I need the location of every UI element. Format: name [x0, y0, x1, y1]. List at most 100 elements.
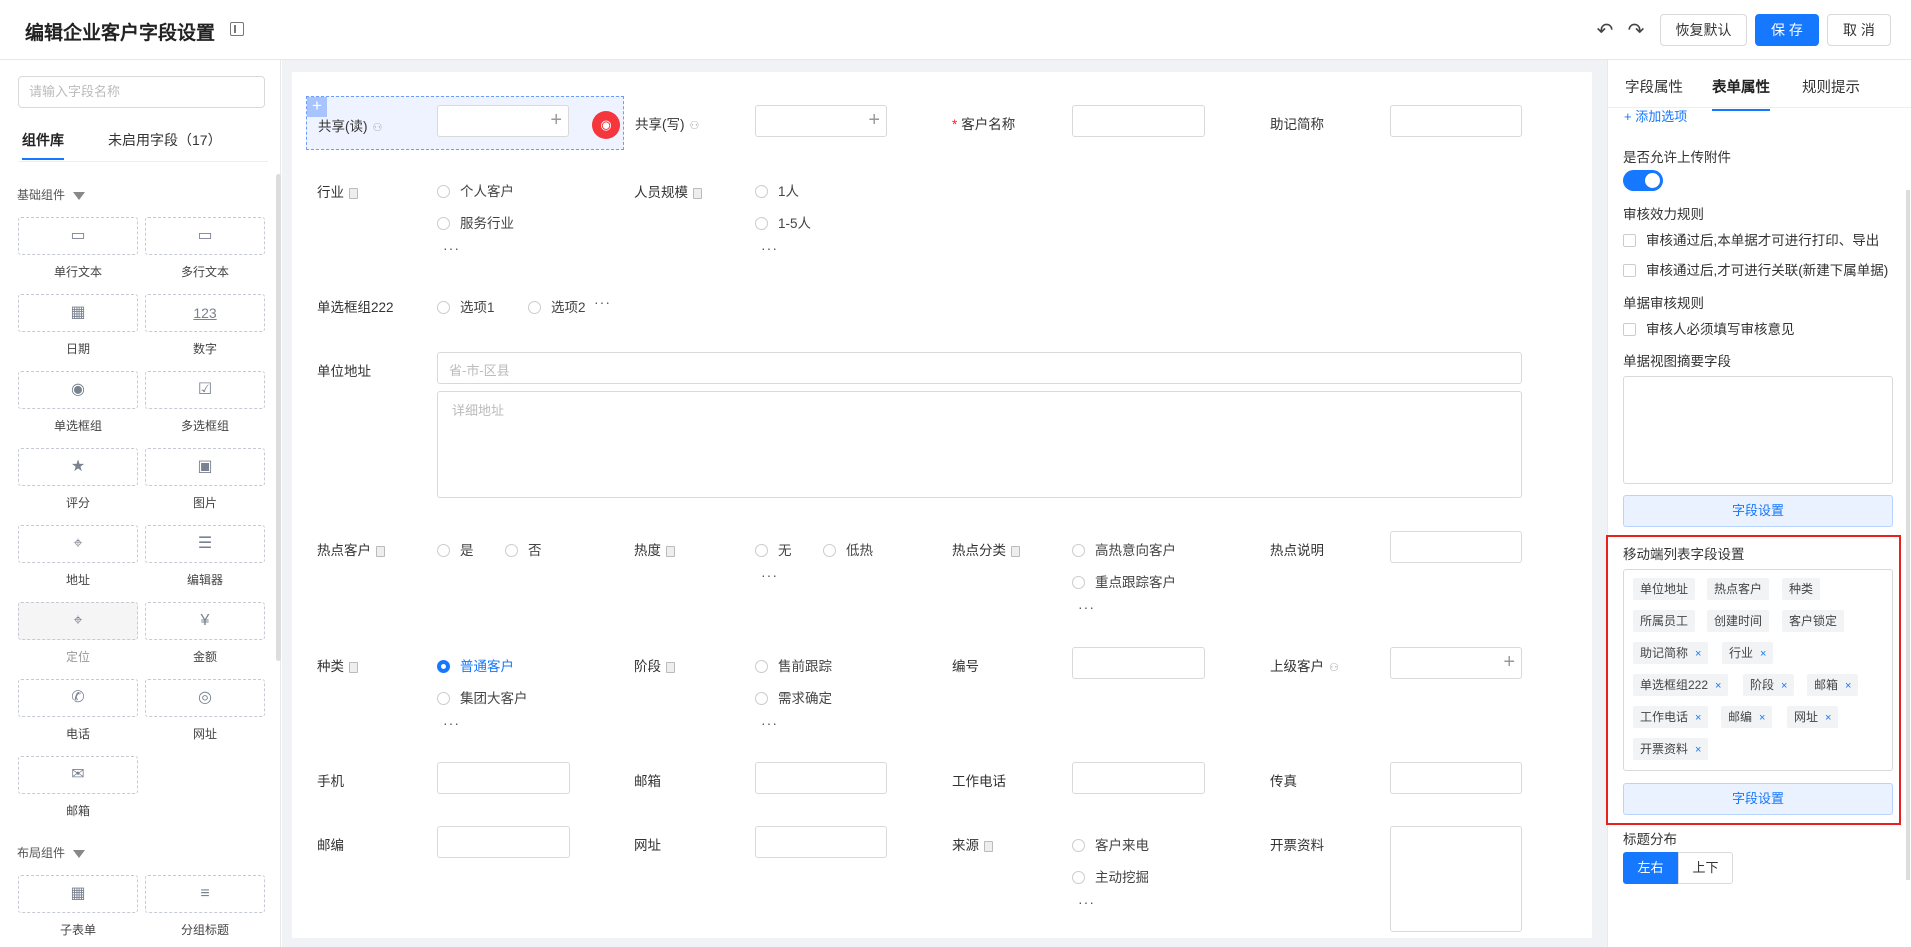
address-detail-textarea[interactable]: 详细地址: [437, 391, 1522, 498]
component-number[interactable]: 123: [145, 294, 265, 332]
zip-input[interactable]: [437, 826, 570, 858]
component-url[interactable]: ◎: [145, 679, 265, 717]
share-read-input[interactable]: +: [437, 105, 569, 137]
remove-tag-icon[interactable]: ×: [1715, 680, 1721, 692]
radio-option[interactable]: 选项2: [528, 296, 586, 316]
save-button[interactable]: 保 存: [1755, 14, 1819, 46]
invoice-textarea[interactable]: [1390, 826, 1522, 932]
radio-option[interactable]: 客户来电: [1072, 834, 1149, 854]
remove-tag-icon[interactable]: ×: [1695, 744, 1701, 756]
component-location[interactable]: ⌖: [18, 602, 138, 640]
tab-component-library[interactable]: 组件库: [22, 130, 64, 160]
more-ellipsis[interactable]: ···: [761, 240, 778, 256]
radio-option[interactable]: 集团大客户: [437, 687, 528, 707]
radio-option[interactable]: 无: [755, 539, 792, 559]
plus-icon[interactable]: +: [550, 109, 562, 131]
tab-form-props[interactable]: 表单属性: [1712, 76, 1770, 111]
radio-option[interactable]: 售前跟踪: [755, 655, 832, 675]
add-option-link[interactable]: + 添加选项: [1624, 106, 1687, 125]
audit-option-2[interactable]: 审核通过后,才可进行关联(新建下属单据): [1623, 259, 1888, 279]
radio-option[interactable]: 重点跟踪客户: [1072, 571, 1176, 591]
radio-option[interactable]: 个人客户: [437, 180, 514, 200]
plus-icon[interactable]: +: [1503, 651, 1515, 673]
sidebar-scrollbar[interactable]: [276, 174, 281, 661]
location-icon: ⌖: [73, 612, 83, 629]
radio-option[interactable]: 1人: [755, 180, 799, 200]
section-basic[interactable]: 基础组件: [17, 186, 86, 203]
layout-icon[interactable]: [230, 22, 244, 36]
radio-option-checked[interactable]: 普通客户: [437, 655, 514, 675]
redo-icon[interactable]: ↷: [1625, 18, 1647, 43]
customer-name-input[interactable]: [1072, 105, 1205, 137]
remove-tag-icon[interactable]: ×: [1695, 712, 1701, 724]
region-input[interactable]: 省-市-区县: [437, 352, 1522, 384]
restore-default-button[interactable]: 恢复默认: [1660, 14, 1747, 46]
radio-option[interactable]: 服务行业: [437, 212, 514, 232]
more-ellipsis[interactable]: ···: [443, 715, 460, 731]
audit-option-1[interactable]: 审核通过后,本单据才可进行打印、导出: [1623, 229, 1879, 249]
more-ellipsis[interactable]: ···: [594, 294, 611, 310]
layout-top-bottom-button[interactable]: 上下: [1678, 852, 1733, 884]
mobile-input[interactable]: [437, 762, 570, 794]
remove-tag-icon[interactable]: ×: [1759, 712, 1765, 724]
layout-left-right-button[interactable]: 左右: [1623, 852, 1678, 884]
tab-unused-fields[interactable]: 未启用字段（17）: [108, 130, 222, 158]
radio-option[interactable]: 选项1: [437, 296, 495, 316]
undo-icon[interactable]: ↶: [1594, 18, 1616, 43]
radio-option[interactable]: 1-5人: [755, 212, 811, 232]
properties-scrollbar[interactable]: [1906, 190, 1910, 880]
tab-field-props[interactable]: 字段属性: [1625, 76, 1683, 97]
component-email[interactable]: ✉: [18, 756, 138, 794]
remove-tag-icon[interactable]: ×: [1781, 680, 1787, 692]
component-image[interactable]: ▣: [145, 448, 265, 486]
mobile-field-settings-button[interactable]: 字段设置: [1623, 783, 1893, 815]
remove-tag-icon[interactable]: ×: [1825, 712, 1831, 724]
component-radio[interactable]: ◉: [18, 371, 138, 409]
more-ellipsis[interactable]: ···: [1078, 894, 1095, 910]
drag-handle-icon[interactable]: +: [307, 97, 327, 117]
summary-fields-box[interactable]: [1623, 376, 1893, 484]
share-write-input[interactable]: +: [755, 105, 887, 137]
more-ellipsis[interactable]: ···: [761, 715, 778, 731]
component-multi-text[interactable]: ▭: [145, 217, 265, 255]
fax-input[interactable]: [1390, 762, 1522, 794]
radio-option[interactable]: 是: [437, 539, 474, 559]
radio-option[interactable]: 需求确定: [755, 687, 832, 707]
radio-option[interactable]: 否: [505, 539, 542, 559]
parent-customer-input[interactable]: +: [1390, 647, 1522, 679]
plus-icon[interactable]: +: [868, 109, 880, 131]
component-rating[interactable]: ★: [18, 448, 138, 486]
url-input[interactable]: [755, 826, 887, 858]
component-editor[interactable]: ☰: [145, 525, 265, 563]
radio-option[interactable]: 高热意向客户: [1072, 539, 1176, 559]
more-ellipsis[interactable]: ···: [1078, 599, 1095, 615]
more-ellipsis[interactable]: ···: [443, 240, 460, 256]
remove-tag-icon[interactable]: ×: [1845, 680, 1851, 692]
allow-attach-toggle[interactable]: [1623, 170, 1663, 191]
component-subtable[interactable]: ▦: [18, 875, 138, 913]
section-layout[interactable]: 布局组件: [17, 844, 86, 861]
component-phone[interactable]: ✆: [18, 679, 138, 717]
code-input[interactable]: [1072, 647, 1205, 679]
doc-audit-option[interactable]: 审核人必须填写审核意见: [1623, 318, 1795, 338]
component-address[interactable]: ⌖: [18, 525, 138, 563]
component-amount[interactable]: ¥: [145, 602, 265, 640]
eye-icon[interactable]: ◉: [592, 111, 620, 139]
component-checkbox[interactable]: ☑: [145, 371, 265, 409]
component-single-text[interactable]: ▭: [18, 217, 138, 255]
remove-tag-icon[interactable]: ×: [1760, 648, 1766, 660]
radio-option[interactable]: 主动挖掘: [1072, 866, 1149, 886]
component-date[interactable]: ▦: [18, 294, 138, 332]
work-phone-input[interactable]: [1072, 762, 1205, 794]
remove-tag-icon[interactable]: ×: [1695, 648, 1701, 660]
radio-option[interactable]: 低热: [823, 539, 873, 559]
mnemonic-input[interactable]: [1390, 105, 1522, 137]
component-group-title[interactable]: ≡: [145, 875, 265, 913]
more-ellipsis[interactable]: ···: [761, 567, 778, 583]
field-search-input[interactable]: 请输入字段名称: [18, 76, 265, 108]
email-input[interactable]: [755, 762, 887, 794]
summary-field-settings-button[interactable]: 字段设置: [1623, 495, 1893, 527]
hot-note-input[interactable]: [1390, 531, 1522, 563]
tab-rules[interactable]: 规则提示: [1802, 76, 1860, 97]
cancel-button[interactable]: 取 消: [1827, 14, 1891, 46]
